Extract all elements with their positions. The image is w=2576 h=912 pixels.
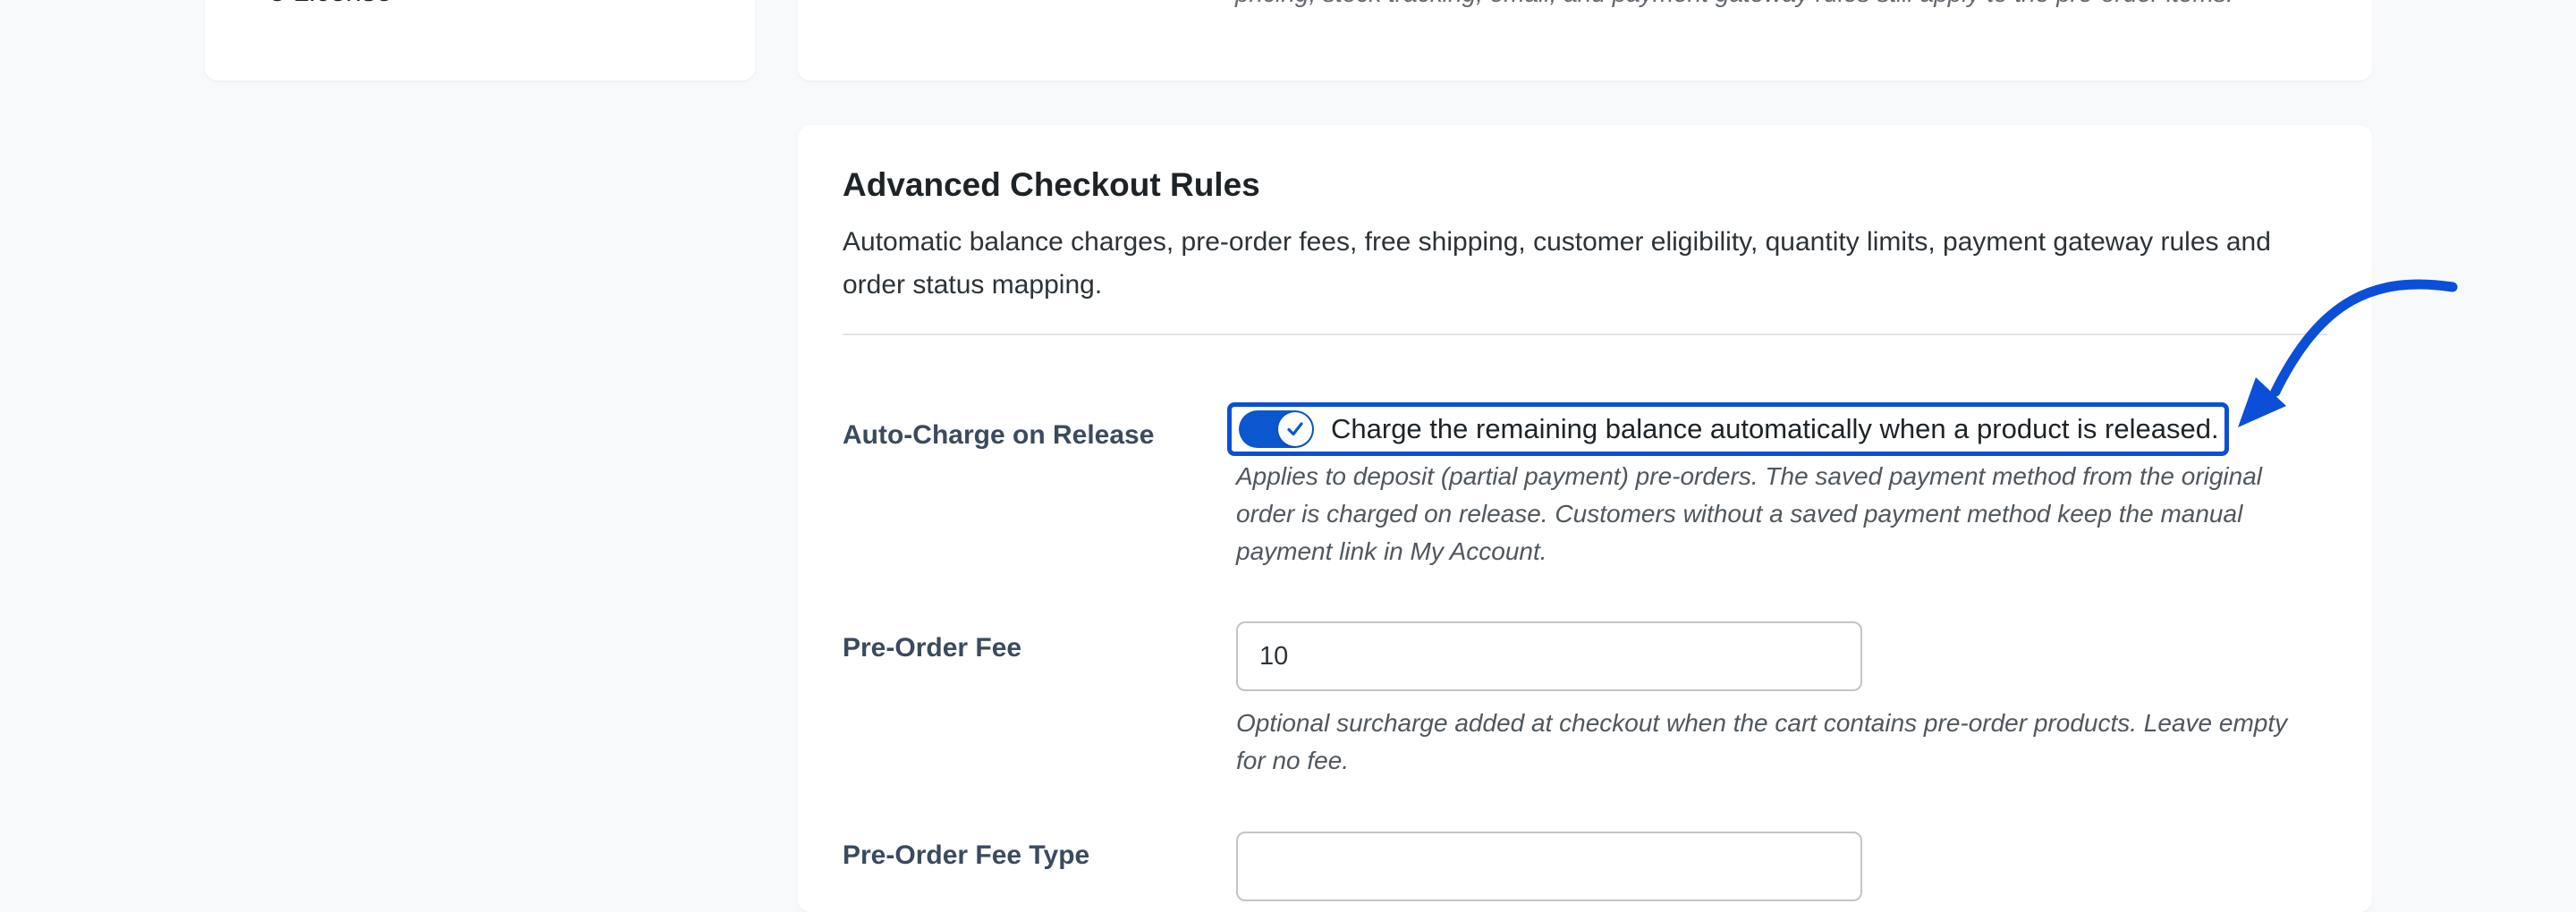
previous-section-help-text: pricing, stock tracking, email, and paym… <box>1235 0 2233 8</box>
advanced-checkout-rules-card: Advanced Checkout Rules Automatic balanc… <box>798 125 2372 912</box>
previous-section-card: pricing, stock tracking, email, and paym… <box>798 0 2372 80</box>
sidebar-item-license[interactable]: 8 License <box>269 0 392 8</box>
sidebar-card: 8 License <box>205 0 755 80</box>
auto-charge-checkbox-text[interactable]: Charge the remaining balance automatical… <box>1331 411 2219 447</box>
auto-charge-label: Auto-Charge on Release <box>843 420 1155 450</box>
auto-charge-help: Applies to deposit (partial payment) pre… <box>1236 462 2263 565</box>
pre-order-fee-label: Pre-Order Fee <box>843 633 1022 663</box>
pre-order-fee-type-select[interactable] <box>1236 832 1862 901</box>
auto-charge-toggle[interactable] <box>1239 410 1314 448</box>
auto-charge-highlight: Charge the remaining balance automatical… <box>1227 402 2229 456</box>
curved-arrow-icon <box>2238 279 2458 427</box>
pre-order-fee-help: Optional surcharge added at checkout whe… <box>1236 709 2288 774</box>
pre-order-fee-type-label: Pre-Order Fee Type <box>843 840 1090 870</box>
section-description: Automatic balance charges, pre-order fee… <box>843 227 2271 300</box>
section-title: Advanced Checkout Rules <box>843 166 1260 203</box>
check-icon <box>1287 422 1303 436</box>
section-divider <box>843 334 2327 335</box>
toggle-knob <box>1278 412 1312 446</box>
pre-order-fee-input[interactable] <box>1236 621 1862 691</box>
